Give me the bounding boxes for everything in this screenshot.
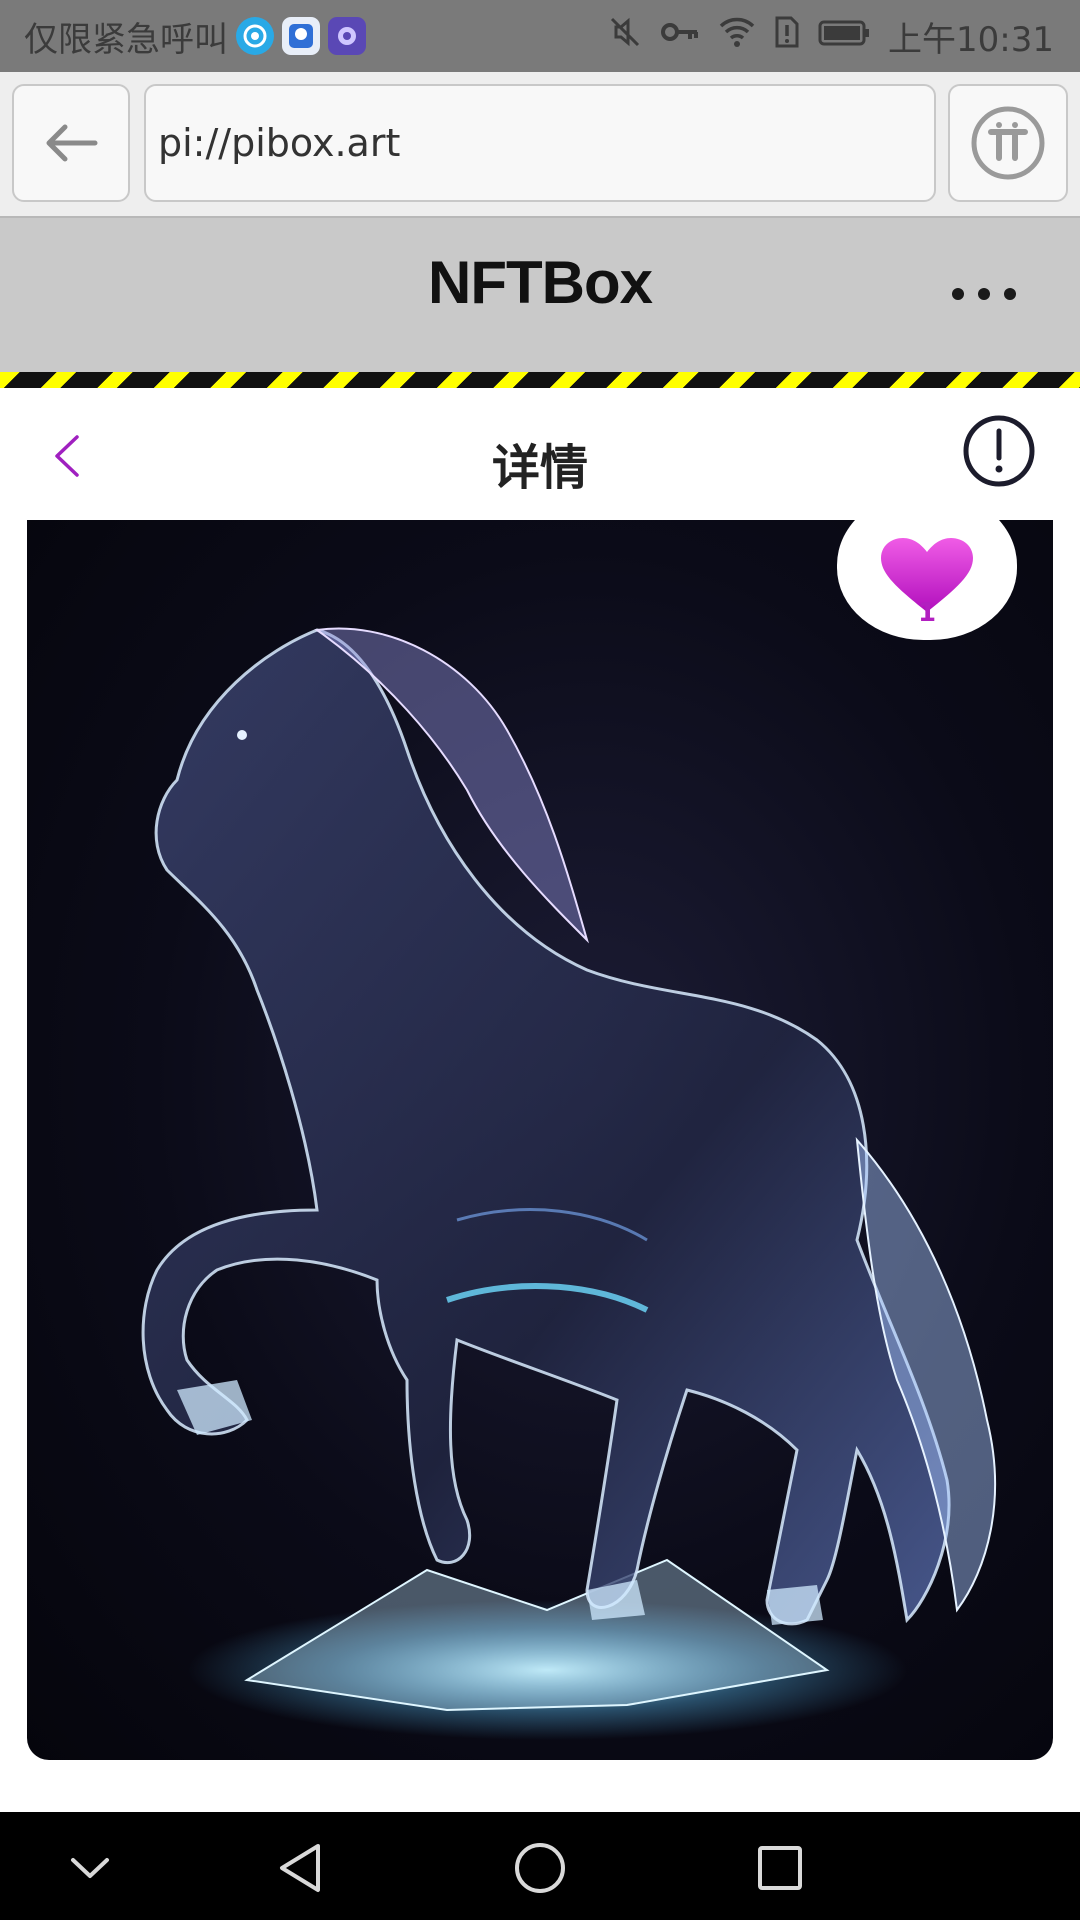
nav-home-button[interactable] — [510, 1838, 570, 1898]
app-blue-swirl-icon — [236, 17, 274, 55]
emergency-calls-text: 仅限紧急呼叫 — [24, 19, 228, 60]
status-right: 上午10:31 — [608, 14, 1054, 60]
horse-illustration — [141, 627, 997, 1740]
battery-icon — [818, 16, 870, 56]
like-count: 1 — [917, 598, 937, 628]
wifi-icon — [718, 16, 756, 57]
status-left: 仅限紧急呼叫 — [24, 14, 366, 60]
app-title: NFTBox — [428, 249, 653, 316]
nav-back-button[interactable] — [270, 1838, 330, 1898]
pi-wallet-button[interactable] — [948, 84, 1068, 202]
more-options-button[interactable] — [952, 270, 1016, 318]
info-button[interactable] — [962, 414, 1036, 488]
system-nav-bar — [0, 1812, 1080, 1920]
nft-artwork-image[interactable]: 1 — [27, 520, 1053, 1760]
recents-square-icon — [758, 1846, 802, 1890]
collapse-button[interactable] — [60, 1838, 120, 1898]
vpn-key-icon — [660, 16, 700, 56]
home-circle-icon — [515, 1843, 565, 1893]
page-title: 详情 — [491, 440, 588, 496]
hazard-stripe — [0, 372, 1080, 388]
app-header: NFTBox — [0, 218, 1080, 372]
browser-bar: pi://pibox.art — [0, 72, 1080, 218]
app-purple-icon — [328, 17, 366, 55]
sim-alert-icon — [774, 15, 800, 58]
status-time: 上午10:31 — [888, 19, 1054, 60]
like-badge[interactable]: 1 — [837, 520, 1017, 640]
page-nav: 详情 — [0, 388, 1080, 520]
mute-icon — [608, 15, 642, 58]
info-exclamation-icon — [963, 415, 1035, 487]
status-bar: 仅限紧急呼叫 上午10:31 — [0, 0, 1080, 72]
arrow-left-icon — [46, 124, 98, 162]
pi-logo-icon — [971, 106, 1045, 180]
url-text: pi://pibox.art — [158, 121, 401, 165]
app-blue-square-icon — [282, 17, 320, 55]
nav-recents-button[interactable] — [750, 1838, 810, 1898]
url-field[interactable]: pi://pibox.art — [144, 84, 936, 202]
browser-back-button[interactable] — [12, 84, 130, 202]
back-triangle-icon — [280, 1844, 320, 1892]
collapse-icon — [71, 1858, 109, 1878]
more-dots-icon — [952, 288, 964, 300]
